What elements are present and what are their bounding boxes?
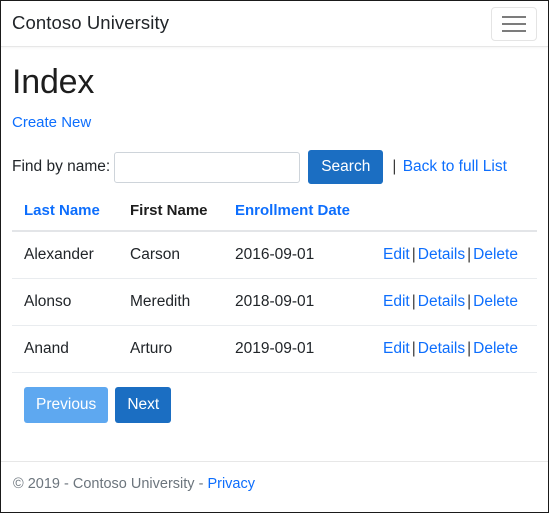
footer-copyright: © 2019 - Contoso University - (13, 476, 208, 492)
cell-enrollment-date: 2018-09-01 (235, 278, 383, 327)
privacy-link[interactable]: Privacy (207, 476, 255, 492)
action-separator: | (411, 246, 416, 264)
action-separator: | (467, 246, 472, 264)
pagination: Previous Next (12, 387, 537, 424)
cell-first-name: Meredith (130, 278, 235, 327)
page-window: Contoso University Index Create New Find… (0, 0, 549, 513)
main-content: Index Create New Find by name: Search | … (1, 47, 548, 461)
hamburger-menu-icon[interactable] (491, 6, 537, 41)
search-form: Find by name: Search | Back to full List (12, 150, 537, 185)
hamburger-bar-1 (502, 15, 526, 18)
table-row: Anand Arturo 2019-09-01 Edit | Details | Del… (12, 325, 537, 374)
page-title: Index (12, 63, 95, 101)
column-header-actions (383, 202, 537, 233)
back-to-full-list-wrap: | Back to full List (392, 158, 507, 176)
cell-first-name: Carson (130, 231, 235, 280)
action-separator: | (411, 340, 416, 358)
next-page-button[interactable]: Next (115, 387, 172, 424)
table-header-row: Last Name First Name Enrollment Date (12, 202, 537, 233)
navbar-brand[interactable]: Contoso University (12, 14, 169, 33)
cell-enrollment-date: 2016-09-01 (235, 231, 383, 280)
details-link[interactable]: Details (418, 246, 465, 263)
cell-enrollment-date: 2019-09-01 (235, 325, 383, 374)
cell-last-name: Alexander (12, 231, 130, 280)
table-head: Last Name First Name Enrollment Date (12, 202, 537, 233)
students-table: Last Name First Name Enrollment Date Ale… (12, 202, 537, 374)
hamburger-bar-3 (502, 29, 526, 32)
delete-link[interactable]: Delete (473, 246, 518, 263)
cell-actions: Edit | Details | Delete (383, 325, 537, 374)
sort-last-name-link[interactable]: Last Name (24, 202, 100, 219)
details-link[interactable]: Details (418, 340, 465, 357)
cell-actions: Edit | Details | Delete (383, 278, 537, 327)
back-to-full-list-link[interactable]: Back to full List (403, 158, 507, 175)
column-header-first-name: First Name (130, 202, 235, 233)
create-new-link[interactable]: Create New (12, 114, 91, 131)
edit-link[interactable]: Edit (383, 293, 410, 310)
column-header-enrollment-date: Enrollment Date (235, 202, 383, 233)
edit-link[interactable]: Edit (383, 340, 410, 357)
cell-last-name: Anand (12, 325, 130, 374)
previous-page-button[interactable]: Previous (24, 387, 109, 424)
action-separator: | (467, 293, 472, 311)
sort-enrollment-date-link[interactable]: Enrollment Date (235, 202, 350, 219)
delete-link[interactable]: Delete (473, 293, 518, 310)
action-separator: | (467, 340, 472, 358)
table-row: Alonso Meredith 2018-09-01 Edit | Details |… (12, 278, 537, 327)
hamburger-bar-2 (502, 22, 526, 25)
action-separator: | (411, 293, 416, 311)
column-header-last-name: Last Name (12, 202, 130, 233)
navbar: Contoso University (1, 1, 548, 47)
search-input[interactable] (114, 151, 301, 183)
footer: © 2019 - Contoso University - Privacy (1, 461, 548, 512)
back-link-separator: | (392, 158, 397, 176)
cell-first-name: Arturo (130, 325, 235, 374)
table-row: Alexander Carson 2016-09-01 Edit | Details… (12, 231, 537, 280)
table-body: Alexander Carson 2016-09-01 Edit | Details… (12, 231, 537, 374)
search-label: Find by name: (12, 158, 111, 176)
edit-link[interactable]: Edit (383, 246, 410, 263)
details-link[interactable]: Details (418, 293, 465, 310)
search-button[interactable]: Search (308, 150, 384, 185)
delete-link[interactable]: Delete (473, 340, 518, 357)
cell-last-name: Alonso (12, 278, 130, 327)
cell-actions: Edit | Details | Delete (383, 231, 537, 280)
